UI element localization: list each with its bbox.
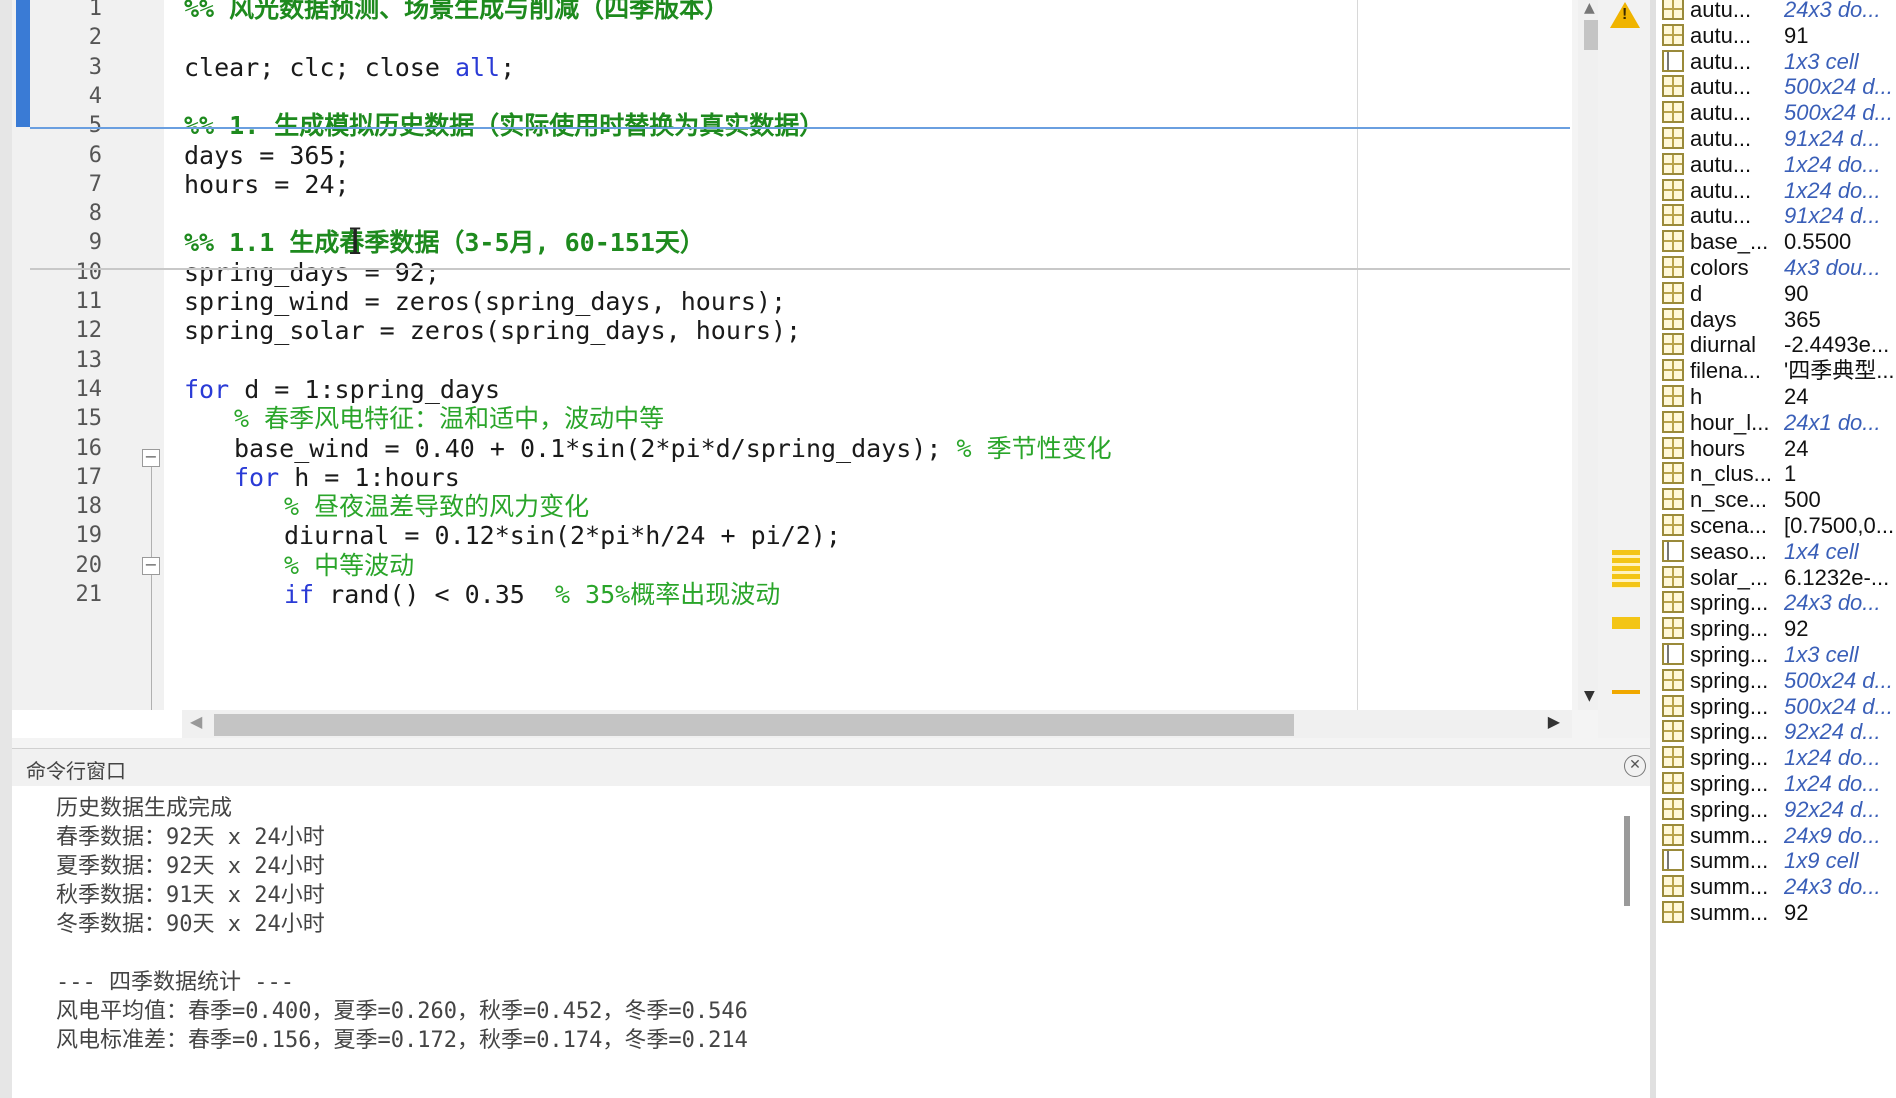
matrix-icon [1662,359,1684,382]
fold-guide [151,575,152,710]
matrix-icon [1662,875,1684,898]
code-token: hours = 24; [184,169,350,199]
comment: % 中等波动 [284,550,415,580]
matrix-icon [1662,823,1684,846]
variable-name: summ... [1690,900,1769,925]
matrix-icon [1662,204,1684,227]
matrix-icon [1662,772,1684,794]
command-output-line: 春季数据：92天 x 24小时 [56,825,325,850]
keyword: for [234,462,280,492]
cell-array-icon [1662,49,1684,72]
matrix-icon [1662,281,1684,304]
line-number[interactable]: 21 [12,577,103,612]
matrix-icon [1662,127,1684,149]
code-token: spring_days = 92; [184,257,440,287]
matrix-icon [1662,488,1684,511]
matrix-icon [1662,436,1684,459]
analyzer-warning-marker[interactable] [1612,690,1640,694]
code-area[interactable]: 1%% 风光数据预测、场景生成与削减（四季版本） 2 3 clear; clc; cl… [12,0,1572,710]
matrix-icon [1662,694,1684,717]
fold-guide [151,467,152,557]
section-divider [30,268,1570,270]
keyword: if [284,580,315,609]
comment: % 季节性变化 [956,433,1112,463]
comment: % 35%概率出现波动 [554,580,781,609]
command-output-line: --- 四季数据统计 --- [56,970,294,995]
matrix-icon [1662,75,1684,98]
workspace-panel[interactable]: autu... 24x3 do... autu... 91 autu... 1x3 cel… [1656,0,1896,1098]
code-token: rand() < 0.35 [314,580,555,609]
code-token: ; [500,52,516,82]
warning-icon-glyph: ! [1622,6,1628,23]
matrix-icon [1662,617,1684,640]
code-text: if rand() < 0.35 % 35%概率出现波动 [284,577,780,612]
command-window-scrollbar[interactable] [1624,816,1630,906]
matrix-icon [1662,230,1684,253]
matrix-icon [1662,333,1684,356]
command-window-title: 命令行窗口 [26,759,126,783]
command-output-line: 历史数据生成完成 [56,796,233,821]
matrix-icon [1662,256,1684,278]
text-cursor-icon: I [348,222,363,263]
command-window-header: 命令行窗口 ✕ [12,748,1650,787]
command-window[interactable]: 历史数据生成完成春季数据：92天 x 24小时 夏季数据：92天 x 24小时 秋季… [12,786,1650,1098]
scroll-up-icon[interactable]: ▲ [1584,0,1595,16]
scroll-right-icon[interactable]: ▶ [1548,712,1560,731]
keyword: all [454,52,501,82]
matrix-icon [1662,307,1684,330]
scroll-left-icon[interactable]: ◀ [190,712,202,731]
matrix-icon [1662,591,1684,614]
code-editor[interactable]: 1%% 风光数据预测、场景生成与削减（四季版本） 2 3 clear; clc; cl… [12,0,1610,738]
variable-value: 92 [1784,900,1809,925]
cell-array-icon [1662,539,1684,562]
fold-toggle-icon[interactable]: − [142,557,160,575]
code-line[interactable]: 21 if rand() < 0.35 % 35%概率出现波动 [12,577,1572,612]
section-divider [30,127,1570,129]
command-output-line: 秋季数据：91天 x 24小时 [56,883,325,908]
code-token: spring_wind = zeros(spring_days, hours); [184,287,787,316]
matrix-icon [1662,668,1684,691]
matrix-icon [1662,514,1684,536]
matrix-icon [1662,565,1684,588]
matrix-icon [1662,152,1684,175]
code-token: days = 365; [184,140,350,170]
command-output-line: 风电标准差：春季=0.156，夏季=0.172，秋季=0.174，冬季=0.21… [56,1028,748,1053]
left-window-edge [0,0,12,1098]
analyzer-warning-marker[interactable] [1612,617,1640,629]
matrix-icon [1662,101,1684,124]
matrix-icon [1662,746,1684,769]
code-token: d = 1:spring_days [229,374,501,404]
command-output-line: 夏季数据：92天 x 24小时 [56,854,325,879]
scroll-down-icon[interactable]: ▼ [1584,688,1595,704]
matrix-icon [1662,385,1684,407]
editor-horizontal-scrollbar[interactable]: ◀ ▶ [182,710,1572,738]
matrix-icon [1662,410,1684,433]
matrix-icon [1662,0,1684,20]
cell-array-icon [1662,643,1684,665]
matrix-icon [1662,462,1684,485]
matrix-icon [1662,178,1684,201]
scroll-thumb[interactable] [214,714,1294,736]
workspace-variable-row[interactable]: summ... 92 [1656,897,1896,928]
matrix-icon [1662,797,1684,820]
matrix-icon [1662,720,1684,743]
code-token: diurnal = 0.12*sin(2*pi*h/24 + pi/2); [284,521,841,551]
close-icon[interactable]: ✕ [1624,755,1646,777]
cell-array-icon [1662,849,1684,872]
code-token: base_wind = 0.40 + 0.1*sin(2*pi*d/spring… [234,433,957,463]
matrix-icon [1662,23,1684,46]
fold-toggle-icon[interactable]: − [142,449,160,467]
command-output-line: 冬季数据：90天 x 24小时 [56,912,325,937]
comment: % 春季风电特征：温和适中，波动中等 [234,404,665,434]
section-comment: %% 1. 生成模拟历史数据（实际使用时替换为真实数据） [184,111,825,141]
analyzer-warning-marker[interactable] [1612,550,1640,588]
code-token: clear; clc; close [184,52,455,82]
code-token: spring_solar = zeros(spring_days, hours)… [184,316,802,346]
section-comment: %% 1.1 生成春季数据（3-5月, 60-151天） [184,228,705,258]
comment: % 昼夜温差导致的风力变化 [284,492,590,522]
code-token: h = 1:hours [279,462,460,492]
command-output-line: 风电平均值：春季=0.400，夏季=0.260，秋季=0.452，冬季=0.54… [56,999,748,1024]
matrix-icon [1662,901,1684,923]
keyword: for [184,374,230,404]
